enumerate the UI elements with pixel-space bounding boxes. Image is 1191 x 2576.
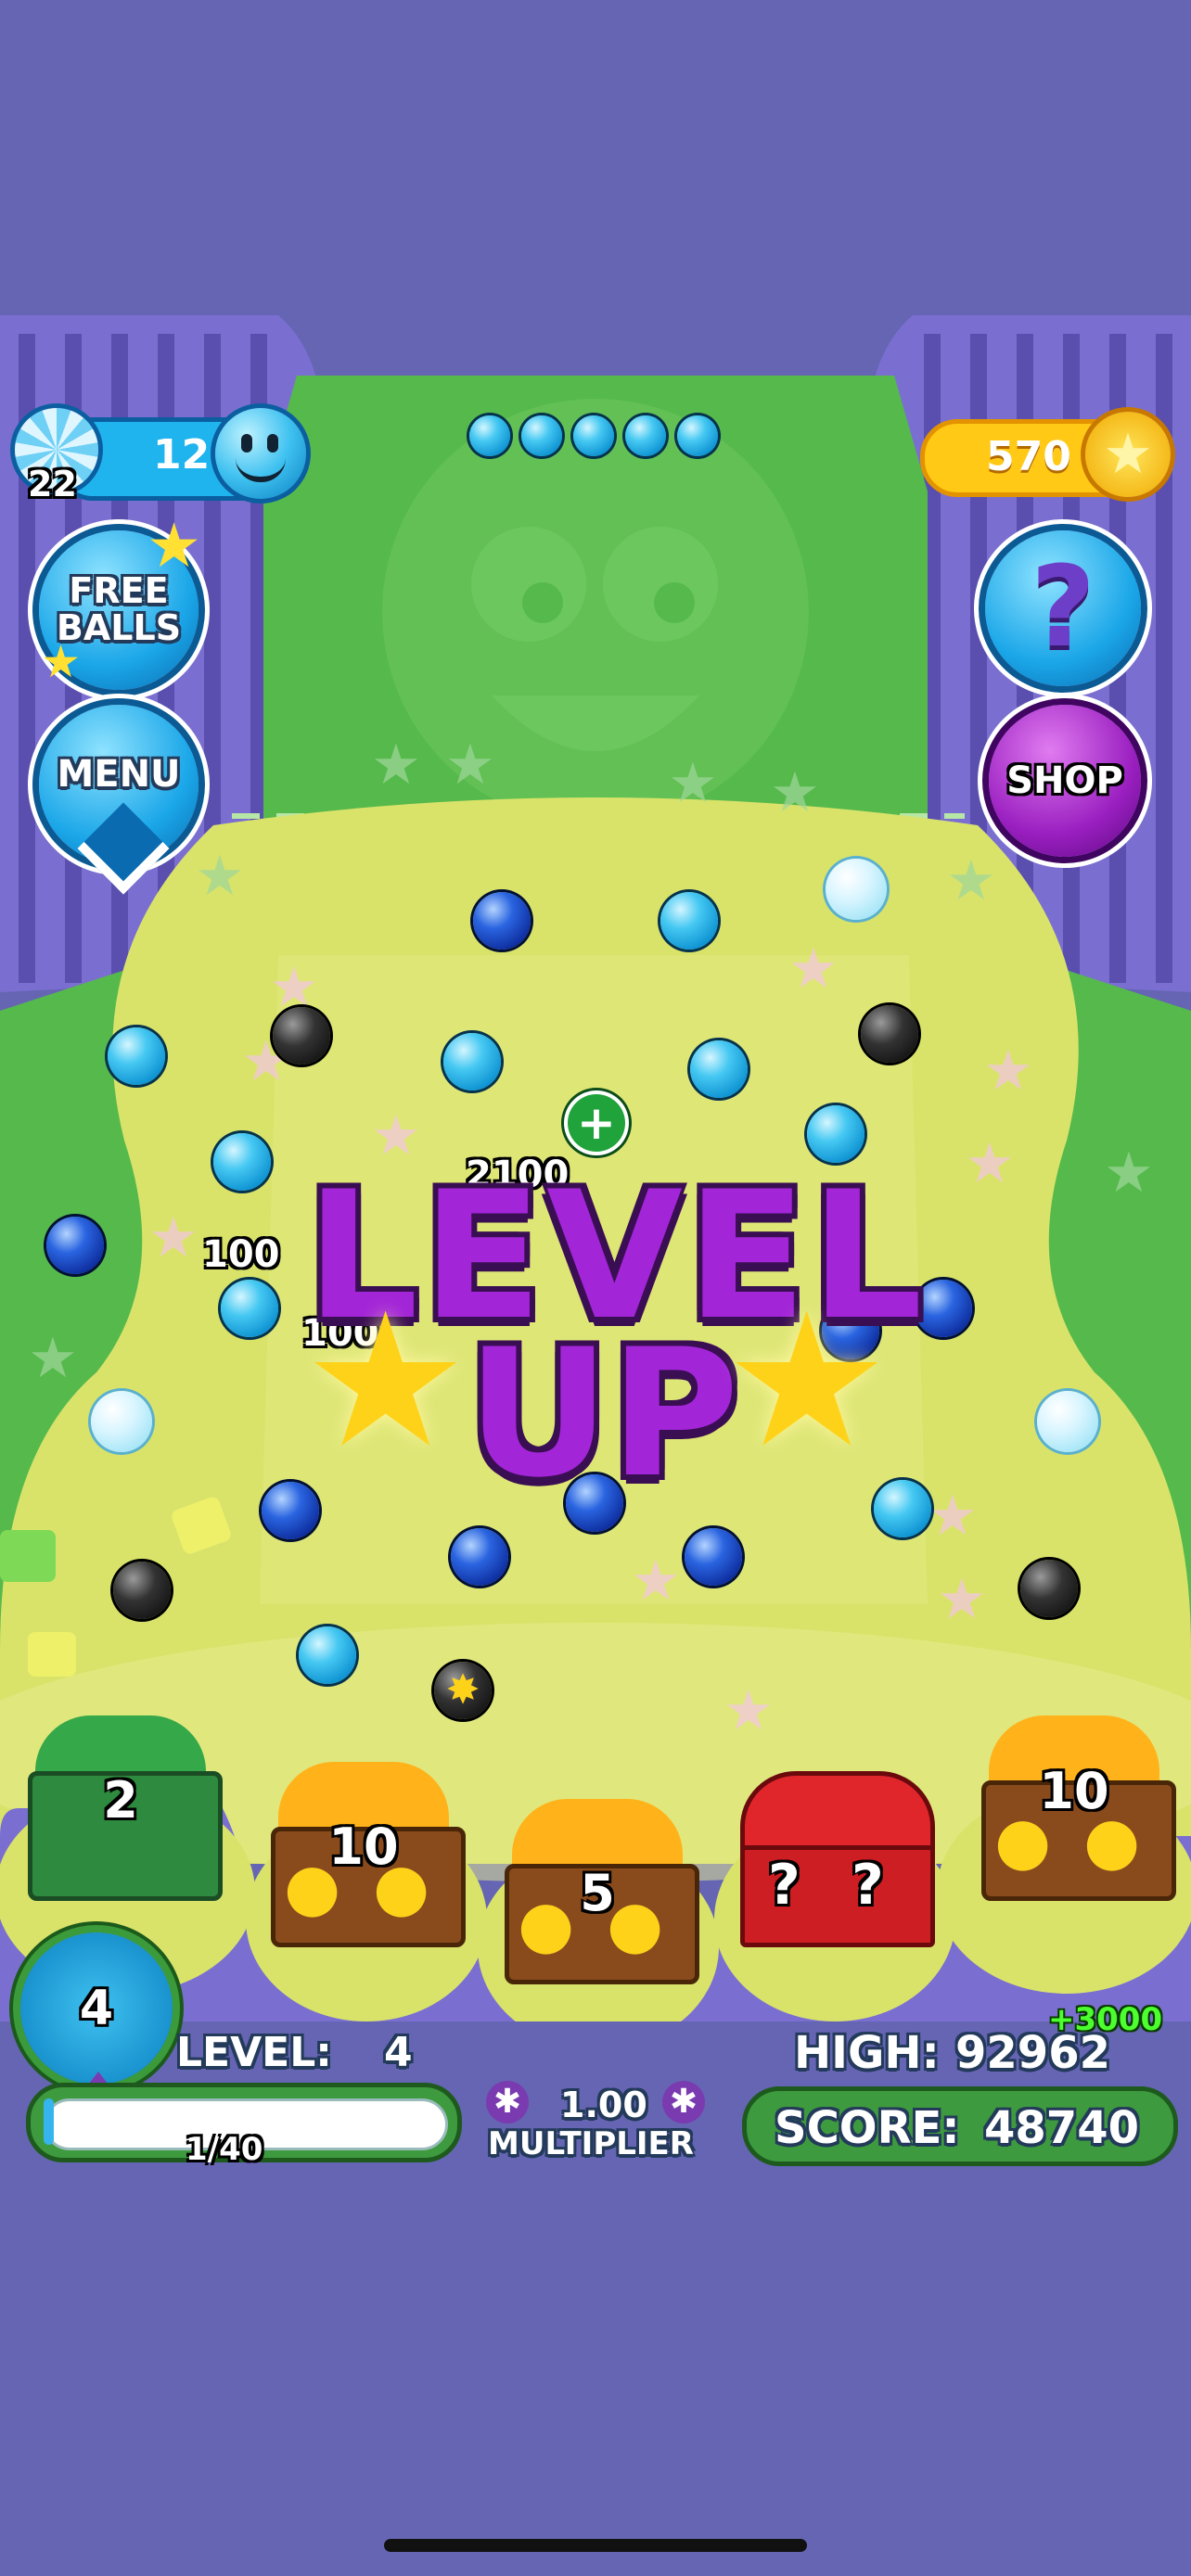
ball-face-icon (215, 408, 306, 499)
star-icon: ★ (147, 510, 202, 581)
peg-blue (451, 1528, 508, 1586)
score-value: 48740 (984, 2102, 1139, 2154)
shot-dot (521, 415, 562, 456)
bucket-puzzle: 2 (28, 1715, 223, 1901)
shots-indicator (469, 415, 718, 456)
peg-black (113, 1562, 171, 1619)
star-icon: ★ (41, 636, 82, 688)
shot-dot (677, 415, 718, 456)
peg-cyan (108, 1027, 165, 1085)
bucket-label: ? (768, 1853, 800, 1918)
bucket-label: 10 (1039, 1762, 1109, 1820)
shot-dot (573, 415, 614, 456)
peg-blue (473, 892, 531, 950)
puzzle-piece-icon (0, 1530, 56, 1582)
question-mark-icon: ? (852, 1853, 884, 1918)
peg-blue (46, 1217, 104, 1274)
star-icon: ★ (302, 1273, 469, 1489)
ball-bonus: 22 (28, 464, 77, 504)
coin-icon: ★ (1085, 412, 1171, 497)
player-level-number: 4 (79, 1981, 114, 2036)
level-label: LEVEL: (176, 2029, 332, 2076)
multiplier-star-icon: ✱ (486, 2081, 529, 2123)
home-indicator[interactable] (384, 2539, 807, 2552)
multiplier-label: MULTIPLIER (488, 2125, 694, 2162)
bucket-label: 10 (328, 1817, 399, 1876)
level-progress-fill (44, 2098, 54, 2145)
bucket-coin-chest: ● ● 10 (981, 1715, 1176, 1901)
shot-dot (625, 415, 666, 456)
bucket-label: 2 (103, 1771, 138, 1830)
peg-cyan (443, 1033, 501, 1090)
level-value: 4 (384, 2029, 413, 2076)
bucket-mystery-chest: ? ? (740, 1771, 935, 1947)
bucket-label: 5 (580, 1864, 615, 1922)
peg-cyan (299, 1626, 356, 1684)
peg-cyan (690, 1040, 748, 1098)
peg-black (273, 1007, 330, 1065)
player-level-badge[interactable]: 4 (20, 1932, 173, 2085)
multiplier-value: 1.00 (560, 2085, 647, 2125)
peg-extra-ball: + (568, 1094, 625, 1152)
puzzle-piece-icon (28, 1632, 76, 1677)
bucket-coin-chest: ● ● 10 (271, 1762, 466, 1947)
shot-dot (469, 415, 510, 456)
score-bar: SCORE: 48740 (742, 2086, 1178, 2166)
coin-count: 570 (986, 433, 1071, 480)
question-mark-icon: ? (1031, 543, 1095, 672)
peg-cyan (213, 1133, 271, 1191)
level-progress-text: 1/40 (186, 2131, 263, 2168)
peg-bubble (826, 859, 887, 920)
help-button[interactable]: ? (985, 530, 1141, 686)
peg-cyan (221, 1280, 278, 1337)
peg-blue (685, 1528, 742, 1586)
menu-label: MENU (57, 753, 181, 796)
high-label: HIGH: (794, 2027, 940, 2079)
menu-button[interactable]: MENU (39, 705, 198, 895)
shop-button[interactable]: SHOP (989, 705, 1141, 857)
star-icon: ★ (724, 1273, 890, 1489)
shop-label: SHOP (1006, 759, 1123, 802)
multiplier-star-icon: ✱ (662, 2081, 705, 2123)
score-popup: 100 (202, 1233, 280, 1276)
peg-bubble (91, 1391, 152, 1452)
peg-bubble (1037, 1391, 1098, 1452)
score-label: SCORE: (775, 2102, 960, 2154)
balls-remaining: 12 (153, 431, 211, 478)
bucket-coin-chest: ● ● 5 (505, 1799, 699, 1984)
score-bonus: +3000 (1048, 2001, 1163, 2038)
pegs-layer: ✸ + (0, 0, 1191, 1855)
peg-cyan (660, 892, 718, 950)
peg-black (1020, 1560, 1078, 1617)
peg-black (861, 1005, 918, 1063)
